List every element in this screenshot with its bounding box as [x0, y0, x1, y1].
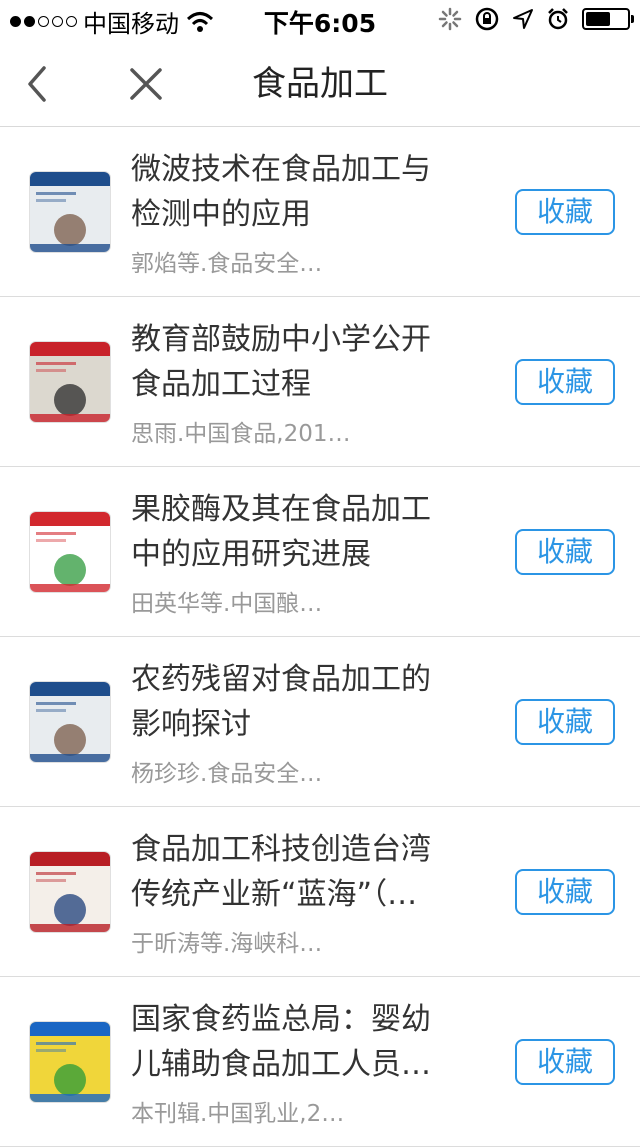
- article-meta: 思雨.中国食品,201…: [131, 421, 351, 447]
- loading-spinner-icon: [438, 7, 462, 31]
- favorite-button[interactable]: 收藏: [515, 699, 615, 745]
- article-title[interactable]: 国家食药监总局：婴幼 儿辅助食品加工人员…: [131, 997, 461, 1087]
- list-item[interactable]: 果胶酶及其在食品加工 中的应用研究进展田英华等.中国酿… 收藏: [0, 467, 640, 637]
- alarm-icon: [548, 8, 568, 30]
- favorite-button[interactable]: 收藏: [515, 869, 615, 915]
- article-title[interactable]: 微波技术在食品加工与 检测中的应用: [131, 147, 461, 237]
- journal-cover-image: [30, 682, 110, 762]
- status-right: [438, 6, 634, 32]
- battery-level: [586, 12, 610, 26]
- journal-cover-image: [30, 342, 110, 422]
- navigation-bar: 食品加工: [0, 40, 640, 127]
- journal-cover-image: [30, 512, 110, 592]
- list-item[interactable]: 微波技术在食品加工与 检测中的应用郭焰等.食品安全… 收藏: [0, 127, 640, 297]
- location-arrow-icon: [513, 9, 533, 29]
- journal-cover-image: [30, 1022, 110, 1102]
- battery-icon: [582, 8, 634, 30]
- favorite-button[interactable]: 收藏: [515, 1039, 615, 1085]
- status-bar: 中国移动 下午6:05: [0, 0, 640, 40]
- article-title[interactable]: 果胶酶及其在食品加工 中的应用研究进展: [131, 487, 461, 577]
- article-meta: 杨珍珍.食品安全…: [131, 761, 323, 787]
- list-item[interactable]: 食品加工科技创造台湾 传统产业新“蓝海”（… 于昕涛等.海峡科… 收藏: [0, 807, 640, 977]
- favorite-button[interactable]: 收藏: [515, 529, 615, 575]
- article-title[interactable]: 农药残留对食品加工的 影响探讨: [131, 657, 461, 747]
- article-list: 微波技术在食品加工与 检测中的应用 郭焰等.食品安全… 收藏 教育部鼓励中小学公开 食…: [0, 127, 640, 1147]
- article-title[interactable]: 教育部鼓励中小学公开 食品加工过程: [131, 317, 461, 407]
- journal-cover-image: [30, 172, 110, 252]
- favorite-button[interactable]: 收藏: [515, 189, 615, 235]
- list-item[interactable]: 教育部鼓励中小学公开 食品加工过程思雨.中国食品,201… 收藏: [0, 297, 640, 467]
- list-item[interactable]: 国家食药监总局：婴幼 儿辅助食品加工人员… 本刊辑.中国乳业,2… 收藏: [0, 977, 640, 1147]
- article-meta: 郭焰等.食品安全…: [131, 251, 323, 277]
- article-meta: 田英华等.中国酿…: [131, 591, 323, 617]
- article-meta: 本刊辑.中国乳业,2…: [131, 1101, 345, 1127]
- page-title: 食品加工: [252, 64, 388, 104]
- list-item[interactable]: 农药残留对食品加工的 影响探讨杨珍珍.食品安全… 收藏: [0, 637, 640, 807]
- favorite-button[interactable]: 收藏: [515, 359, 615, 405]
- article-title[interactable]: 食品加工科技创造台湾 传统产业新“蓝海”（…: [131, 827, 461, 917]
- rotation-lock-icon: [475, 7, 499, 31]
- journal-cover-image: [30, 852, 110, 932]
- article-meta: 于昕涛等.海峡科…: [131, 931, 323, 957]
